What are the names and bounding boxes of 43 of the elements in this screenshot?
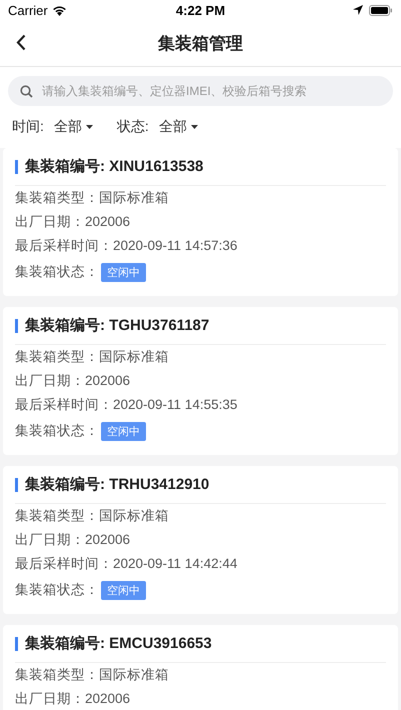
- caret-icon: [190, 125, 198, 129]
- field-label: 集装箱状态：: [15, 422, 99, 440]
- field-text: 集装箱类型：国际标准箱: [15, 348, 169, 366]
- accent-bar: [15, 318, 18, 332]
- field-text: 最后采样时间：2020-09-11 14:42:44: [15, 555, 238, 573]
- clock-time: 4:22 PM: [176, 2, 226, 18]
- field-text: 出厂日期：202006: [15, 213, 130, 231]
- page-title: 集装箱管理: [158, 34, 243, 52]
- container-card[interactable]: 集装箱编号: XINU1613538 集装箱类型：国际标准箱 出厂日期：202006 最后采样时间：2020-09-11 14:57:36 集装箱状态： 空闲中: [3, 148, 398, 296]
- caret-icon: [86, 125, 93, 129]
- filter-label: 时间:: [12, 118, 44, 136]
- battery-icon: [369, 4, 393, 16]
- card-title: 集装箱编号: TRHU3412910: [25, 475, 210, 494]
- accent-bar: [15, 160, 18, 174]
- status-badge: 空闲中: [101, 580, 146, 600]
- field-text: 集装箱类型：国际标准箱: [15, 507, 169, 525]
- card-title: 集装箱编号: TGHU3761187: [25, 316, 210, 335]
- field-text: 集装箱类型：国际标准箱: [15, 666, 169, 684]
- container-card[interactable]: 集装箱编号: EMCU3916653 集装箱类型：国际标准箱 出厂日期：202006: [3, 625, 398, 710]
- container-card[interactable]: 集装箱编号: TGHU3761187 集装箱类型：国际标准箱 出厂日期：202006 最后采样时间：2020-09-11 14:55:35 集装箱状态： 空闲中: [3, 307, 398, 455]
- field-text: 出厂日期：202006: [15, 690, 130, 708]
- status-badge: 空闲中: [101, 262, 146, 282]
- accent-bar: [15, 636, 18, 650]
- container-card[interactable]: 集装箱编号: TRHU3412910 集装箱类型：国际标准箱 出厂日期：202006 最后采样时间：2020-09-11 14:42:44 集装箱状态： 空闲中: [3, 466, 398, 614]
- field-text: 最后采样时间：2020-09-11 14:55:35: [15, 396, 238, 414]
- field-text: 出厂日期：202006: [15, 531, 130, 549]
- card-title: 集装箱编号: EMCU3916653: [25, 634, 212, 653]
- location-arrow-icon: [353, 5, 363, 15]
- field-text: 出厂日期：202006: [15, 372, 130, 390]
- filter-label: 状态:: [116, 118, 149, 136]
- accent-bar: [15, 478, 18, 492]
- status-badge: 空闲中: [101, 422, 146, 440]
- filter-dropdown[interactable]: 全部: [54, 118, 93, 136]
- field-text: 集装箱类型：国际标准箱: [15, 189, 169, 207]
- wifi-icon: [52, 4, 67, 16]
- back-icon[interactable]: [16, 34, 26, 51]
- field-text: 最后采样时间：2020-09-11 14:57:36: [15, 237, 238, 255]
- carrier-label: Carrier: [8, 2, 48, 18]
- field-label: 集装箱状态：: [15, 263, 99, 281]
- search-field[interactable]: 请输入集装箱编号、定位器IMEI、校验后箱号搜索: [8, 76, 393, 106]
- field-label: 集装箱状态：: [15, 581, 99, 599]
- filter-dropdown[interactable]: 全部: [158, 118, 198, 136]
- card-title: 集装箱编号: XINU1613538: [25, 157, 204, 176]
